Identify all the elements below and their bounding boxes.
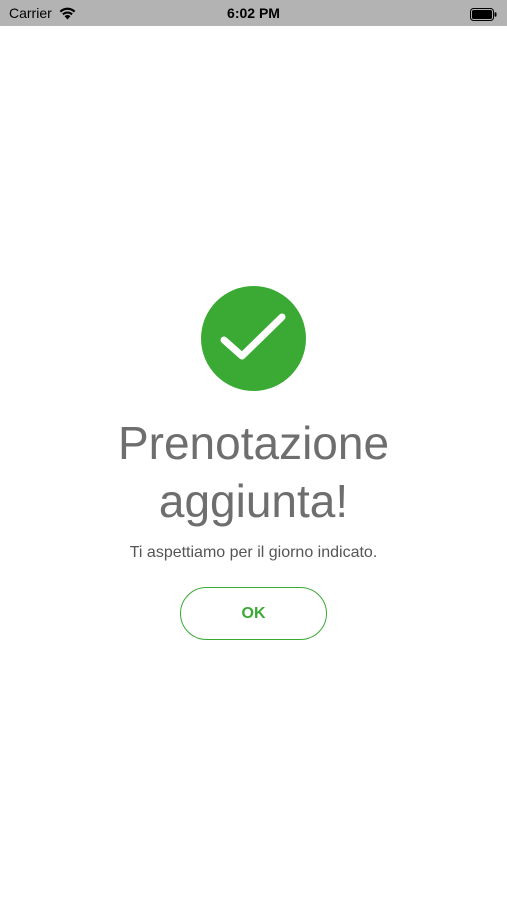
- title-line-2: aggiunta!: [158, 475, 349, 527]
- ok-button-label: OK: [241, 604, 266, 622]
- checkmark-circle-icon: [201, 286, 306, 391]
- ok-button[interactable]: OK: [180, 587, 327, 640]
- title-line-1: Prenotazione: [117, 417, 390, 469]
- confirmation-title: Prenotazione aggiunta!: [0, 414, 507, 530]
- confirmation-screen: Prenotazione aggiunta! Ti aspettiamo per…: [0, 0, 507, 900]
- confirmation-message: Ti aspettiamo per il giorno indicato.: [129, 544, 378, 561]
